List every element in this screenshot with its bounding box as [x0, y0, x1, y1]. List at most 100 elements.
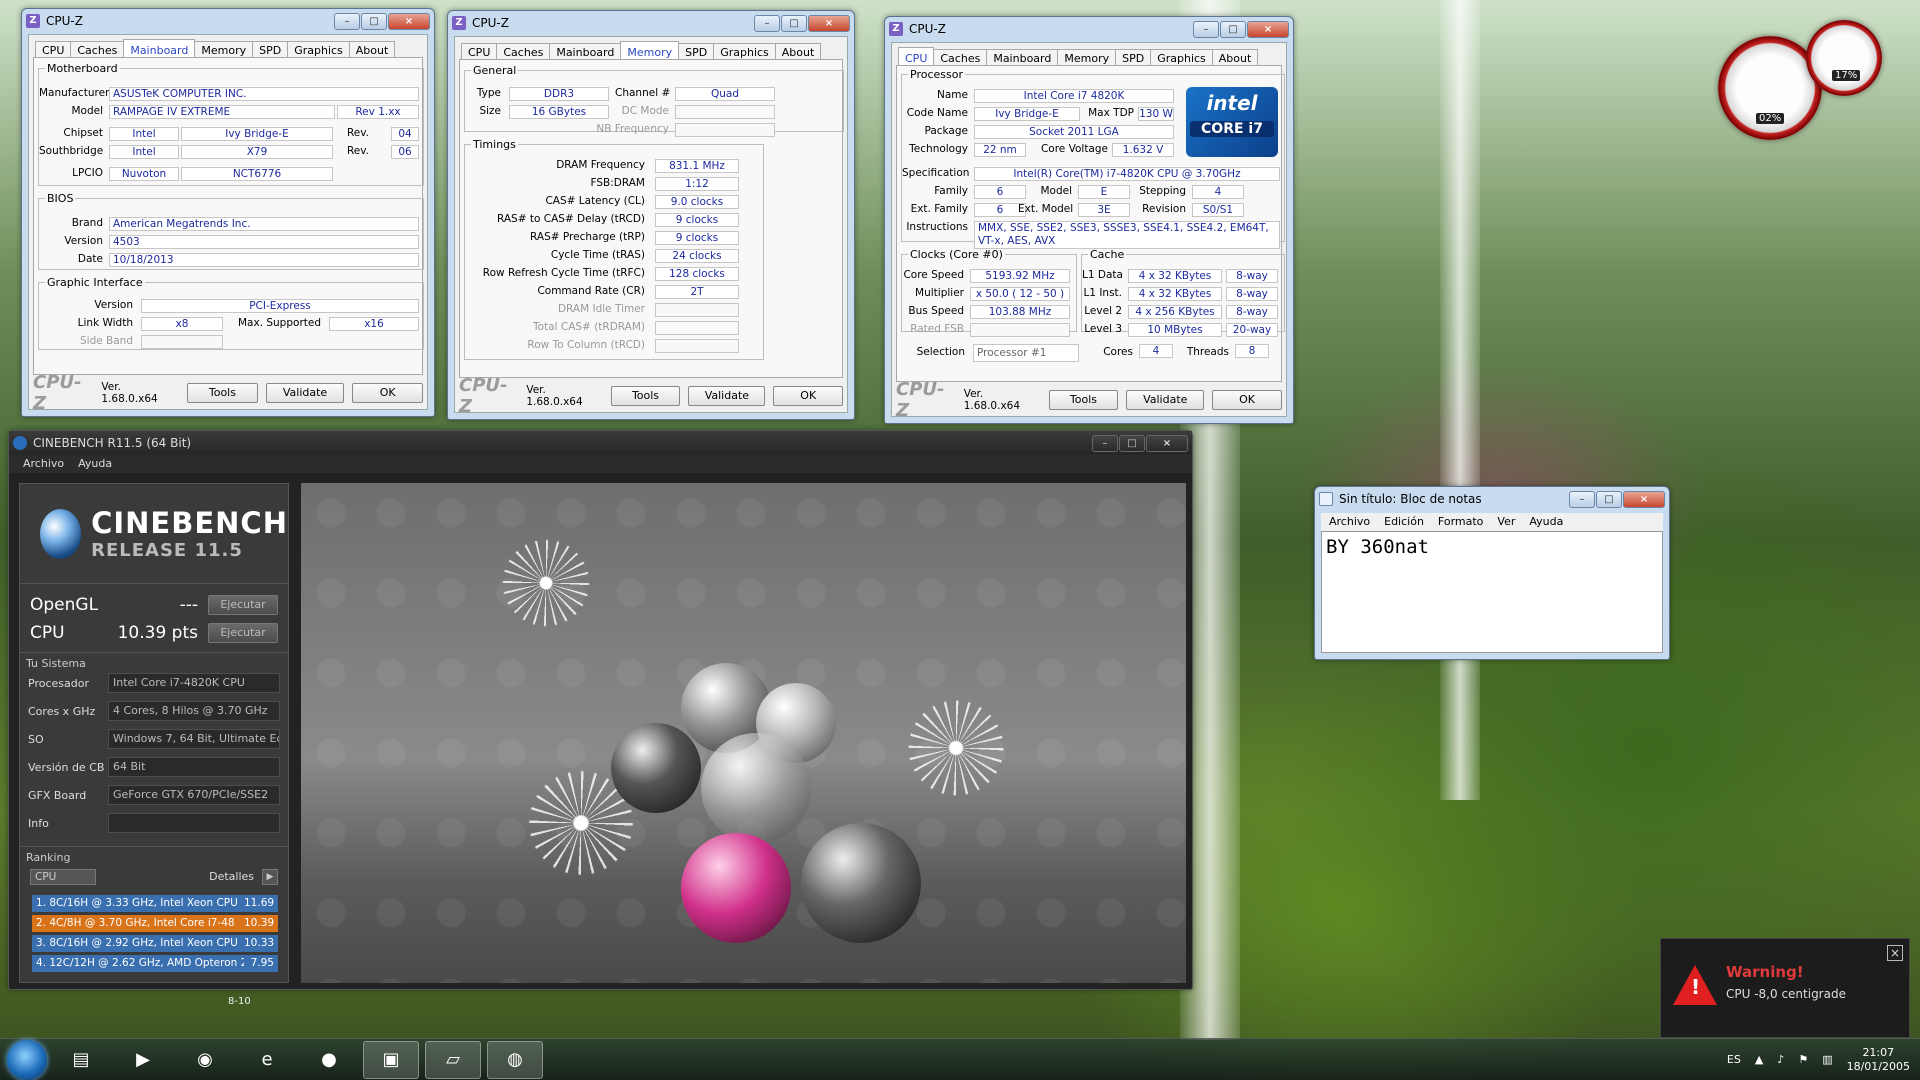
- titlebar[interactable]: Sin título: Bloc de notas – □ ×: [1315, 487, 1669, 511]
- stepping-value: 4: [1192, 185, 1244, 199]
- tools-button[interactable]: Tools: [610, 386, 681, 406]
- ok-button[interactable]: OK: [352, 383, 423, 403]
- flag-icon[interactable]: ⚑: [1798, 1053, 1808, 1066]
- clock[interactable]: 21:07 18/01/2005: [1847, 1046, 1910, 1074]
- ranking-row[interactable]: 1. 8C/16H @ 3.33 GHz, Intel Xeon CPU 11.…: [32, 895, 278, 912]
- app-taskbar-icon[interactable]: ●: [301, 1041, 357, 1079]
- notepad-window[interactable]: Sin título: Bloc de notas – □ × Archivo …: [1314, 486, 1670, 660]
- network-icon[interactable]: ▥: [1822, 1053, 1832, 1066]
- close-icon[interactable]: ×: [1887, 945, 1903, 961]
- minimize-button[interactable]: –: [754, 14, 780, 32]
- cpuz-window-mainboard[interactable]: Z CPU-Z – □ × CPU Caches Mainboard Memor…: [21, 8, 435, 417]
- system-row: Versión de CB 64 Bit: [28, 755, 280, 779]
- instructions-line-2: VT-x, AES, AVX: [978, 235, 1056, 247]
- processor-group: Processor Name Intel Core i7 4820K Code …: [901, 68, 1285, 249]
- window-title: CPU-Z: [472, 16, 509, 30]
- cache-legend: Cache: [1090, 248, 1125, 261]
- notepad-taskbar-icon[interactable]: ▱: [425, 1040, 481, 1079]
- timing-value: 9.0 clocks: [655, 195, 739, 209]
- titlebar[interactable]: CINEBENCH R11.5 (64 Bit) – □ ×: [9, 431, 1192, 455]
- titlebar[interactable]: Z CPU-Z – □ ×: [22, 9, 434, 33]
- ok-button[interactable]: OK: [1212, 390, 1282, 410]
- titlebar[interactable]: Z CPU-Z – □ ×: [448, 11, 854, 35]
- maximize-button[interactable]: □: [1596, 490, 1622, 508]
- timing-value: [655, 303, 739, 317]
- explorer-taskbar-icon[interactable]: ▤: [53, 1041, 109, 1079]
- menu-archivo[interactable]: Archivo: [23, 455, 64, 473]
- minimize-button[interactable]: –: [1569, 490, 1595, 508]
- opengl-run-button[interactable]: Ejecutar: [208, 595, 278, 615]
- tools-button[interactable]: Tools: [187, 383, 258, 403]
- menu-ayuda[interactable]: Ayuda: [1529, 513, 1563, 531]
- ranking-row[interactable]: 3. 8C/16H @ 2.92 GHz, Intel Xeon CPU 10.…: [32, 935, 278, 952]
- tools-button[interactable]: Tools: [1048, 390, 1119, 410]
- validate-button[interactable]: Validate: [265, 383, 345, 403]
- menu-formato[interactable]: Formato: [1438, 513, 1484, 531]
- minimize-button[interactable]: –: [1193, 20, 1219, 38]
- language-indicator[interactable]: ES: [1727, 1053, 1741, 1066]
- close-button[interactable]: ×: [1623, 490, 1665, 508]
- cpuz-app-icon: Z: [26, 14, 40, 28]
- system-row: SO Windows 7, 64 Bit, Ultimate Editi: [28, 727, 280, 751]
- cpuz-body: CPU Caches Mainboard Memory SPD Graphics…: [454, 36, 848, 417]
- close-button[interactable]: ×: [388, 12, 430, 30]
- package-value: Socket 2011 LGA: [974, 125, 1174, 139]
- warning-popup[interactable]: × ! Warning! CPU -8,0 centigrade: [1660, 938, 1910, 1038]
- volume-icon[interactable]: ♪: [1777, 1053, 1784, 1066]
- cpuz-window-memory[interactable]: Z CPU-Z – □ × CPU Caches Mainboard Memor…: [447, 10, 855, 420]
- cpuz-footer: CPU-Z Ver. 1.68.0.x64 Tools Validate OK: [459, 375, 843, 417]
- titlebar[interactable]: Z CPU-Z – □ ×: [885, 17, 1293, 41]
- ranking-select-dropdown[interactable]: CPU: [30, 869, 96, 885]
- cpuz-taskbar-icon[interactable]: ▣: [363, 1040, 419, 1079]
- chrome-taskbar-icon[interactable]: ◉: [177, 1041, 233, 1079]
- menu-edicion[interactable]: Edición: [1384, 513, 1424, 531]
- ranking-score: 11.69: [244, 897, 275, 909]
- timings-legend: Timings: [473, 138, 516, 151]
- cinebench-window[interactable]: CINEBENCH R11.5 (64 Bit) – □ × Archivo A…: [8, 430, 1193, 990]
- info-field[interactable]: [108, 813, 280, 833]
- details-arrow-button[interactable]: ▶: [262, 869, 278, 885]
- menu-ayuda[interactable]: Ayuda: [78, 455, 112, 473]
- level2-value: 4 x 256 KBytes: [1128, 305, 1222, 319]
- processor-selection-dropdown[interactable]: Processor #1: [973, 344, 1079, 362]
- minimize-button[interactable]: –: [334, 12, 360, 30]
- cinebench-taskbar-icon[interactable]: ◍: [487, 1040, 543, 1079]
- cpu-run-button[interactable]: Ejecutar: [208, 623, 278, 643]
- tab-mainboard[interactable]: Mainboard: [123, 39, 196, 59]
- maximize-button[interactable]: □: [1220, 20, 1246, 38]
- intel-core-i7-logo: intel CORE i7: [1186, 87, 1278, 157]
- maximize-button[interactable]: □: [361, 12, 387, 30]
- general-legend: General: [473, 64, 517, 77]
- cpuz-window-cpu[interactable]: Z CPU-Z – □ × CPU Caches Mainboard Memor…: [884, 16, 1294, 424]
- media-player-taskbar-icon[interactable]: ▶: [115, 1041, 171, 1079]
- max-supported-value: x16: [329, 317, 419, 331]
- cinebench-status: 8-10: [228, 996, 251, 1007]
- ok-button[interactable]: OK: [773, 386, 843, 406]
- level3-value: 10 MBytes: [1128, 323, 1222, 337]
- maximize-button[interactable]: □: [781, 14, 807, 32]
- tab-memory[interactable]: Memory: [620, 41, 680, 61]
- l1-inst-way: 8-way: [1226, 287, 1278, 301]
- bus-speed-label: Bus Speed: [908, 305, 964, 317]
- menu-ver[interactable]: Ver: [1497, 513, 1515, 531]
- tab-cpu[interactable]: CPU: [898, 47, 935, 67]
- ranking-name: 2. 4C/8H @ 3.70 GHz, Intel Core i7-48: [36, 917, 235, 929]
- system-section: Tu Sistema Procesador Intel Core i7-4820…: [20, 652, 288, 842]
- max-tdp-label: Max TDP: [1088, 107, 1134, 119]
- minimize-button[interactable]: –: [1092, 434, 1118, 452]
- notepad-text-area[interactable]: BY 360nat: [1321, 531, 1663, 653]
- maximize-button[interactable]: □: [1119, 434, 1145, 452]
- menu-archivo[interactable]: Archivo: [1329, 513, 1370, 531]
- cinebench-sphere-icon: [40, 508, 82, 559]
- validate-button[interactable]: Validate: [688, 386, 766, 406]
- cpu-label: CPU: [30, 623, 65, 643]
- validate-button[interactable]: Validate: [1126, 390, 1205, 410]
- tray-arrow-icon[interactable]: ▲: [1755, 1053, 1763, 1066]
- start-button[interactable]: [7, 1039, 47, 1080]
- ranking-row[interactable]: 2. 4C/8H @ 3.70 GHz, Intel Core i7-48 10…: [32, 915, 278, 932]
- ranking-row[interactable]: 4. 12C/12H @ 2.62 GHz, AMD Opteron 2 7.9…: [32, 955, 278, 972]
- close-button[interactable]: ×: [1146, 434, 1188, 452]
- ie-taskbar-icon[interactable]: e: [239, 1041, 295, 1079]
- close-button[interactable]: ×: [808, 14, 850, 32]
- close-button[interactable]: ×: [1247, 20, 1289, 38]
